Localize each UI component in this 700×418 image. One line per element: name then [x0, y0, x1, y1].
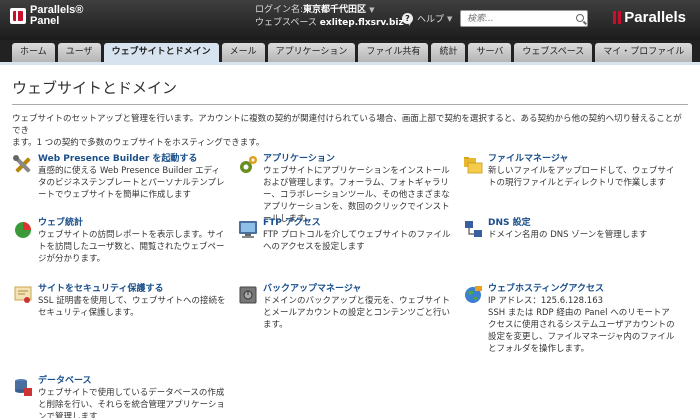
parallels-brand-logo: Parallels — [613, 9, 686, 26]
tool-backup-manager: バックアップマネージャ ドメインのバックアップと復元を、ウェブサイトとメールアカ… — [237, 283, 452, 331]
pie-chart-icon — [15, 222, 31, 238]
web-statistics-desc: ウェブサイトの訪問レポートを表示します。サイトを訪問したユーザ数と、閲覧されたウ… — [38, 230, 225, 264]
folders-icon — [464, 157, 483, 174]
parallels-bars-icon — [613, 11, 622, 24]
certificate-icon — [14, 286, 32, 303]
search-box — [460, 10, 588, 27]
secure-site-link[interactable]: サイトをセキュリティ保護する — [38, 283, 227, 295]
web-presence-builder-link[interactable]: Web Presence Builder を起動する — [38, 153, 227, 165]
webspace-label: ウェブスペース — [255, 18, 317, 28]
tab-webspaces[interactable]: ウェブスペース — [514, 43, 593, 62]
page-title: ウェブサイトとドメイン — [12, 77, 688, 105]
backup-manager-link[interactable]: バックアップマネージャ — [263, 283, 452, 295]
tab-users[interactable]: ユーザ — [57, 43, 101, 62]
tool-dns-settings: DNS 設定 ドメイン名用の DNS ゾーンを管理します — [462, 217, 677, 241]
tab-home[interactable]: ホーム — [12, 43, 55, 62]
help-menu[interactable]: ? ヘルプ ▼ — [402, 12, 452, 25]
login-label: ログイン名: — [255, 5, 304, 15]
login-user[interactable]: 東京都千代田区 — [303, 5, 366, 15]
tool-hosting-access: ウェブホスティングアクセス IP アドレス：125.6.128.163 SSH … — [462, 283, 677, 355]
tab-websites-domains[interactable]: ウェブサイトとドメイン — [103, 43, 219, 62]
web-statistics-link[interactable]: ウェブ統計 — [38, 217, 227, 229]
databases-desc: ウェブサイトで使用しているデータベースの作成と削除を行い、それらを統合管理アプリ… — [38, 388, 225, 418]
databases-link[interactable]: データベース — [38, 375, 227, 387]
tool-web-statistics: ウェブ統計 ウェブサイトの訪問レポートを表示します。サイトを訪問したユーザ数と、… — [12, 217, 227, 265]
parallels-logo-icon — [10, 8, 26, 24]
tool-ftp-access: FTP アクセス FTP プロトコルを介してウェブサイトのファイルへのアクセスを… — [237, 217, 452, 253]
secure-site-desc: SSL 証明書を使用して、ウェブサイトへの接続をセキュリティ保護します。 — [38, 296, 226, 318]
database-icon — [15, 379, 32, 396]
brand-text: Parallels — [624, 9, 686, 26]
chevron-down-icon: ▼ — [447, 14, 453, 23]
search-icon[interactable] — [576, 14, 584, 22]
webspace-value[interactable]: exlitep.flxsrv.biz — [320, 18, 404, 28]
main-nav: ホーム ユーザ ウェブサイトとドメイン メール アプリケーション ファイル共有 … — [0, 40, 700, 65]
dns-icon — [465, 221, 482, 237]
file-manager-link[interactable]: ファイルマネージャ — [488, 153, 677, 165]
applications-icon — [240, 156, 257, 173]
parallels-panel-logo[interactable]: Parallels® Panel — [10, 5, 83, 27]
tool-databases: データベース ウェブサイトで使用しているデータベースの作成と削除を行い、それらを… — [12, 375, 227, 418]
hosting-access-link[interactable]: ウェブホスティングアクセス — [488, 283, 677, 295]
ftp-access-link[interactable]: FTP アクセス — [263, 217, 452, 229]
dns-settings-link[interactable]: DNS 設定 — [488, 217, 677, 229]
login-info: ログイン名:東京都千代田区 ▼ ウェブスペース exlitep.flxsrv.bi… — [255, 4, 412, 30]
ftp-access-desc: FTP プロトコルを介してウェブサイトのファイルへのアクセスを設定します — [263, 230, 451, 252]
file-manager-desc: 新しいファイルをアップロードして、ウェブサイトの現行ファイルとディレクトリで作業… — [488, 166, 675, 188]
tool-applications: アプリケーション ウェブサイトにアプリケーションをインストールおよび管理します。… — [237, 153, 452, 225]
tab-server[interactable]: サーバ — [468, 43, 512, 62]
tool-web-presence-builder: Web Presence Builder を起動する 直感的に使える Web P… — [12, 153, 227, 201]
intro-line1: ウェブサイトのセットアップと管理を行います。アカウントに複数の契約が関連付けられ… — [12, 114, 682, 136]
tools-icon — [13, 155, 31, 173]
header: Parallels® Panel ログイン名:東京都千代田区 ▼ ウェブスペース … — [0, 0, 700, 40]
monitor-icon — [239, 221, 257, 238]
main-content: ウェブサイトとドメイン ウェブサイトのセットアップと管理を行います。アカウントに… — [0, 65, 700, 418]
tab-my-profile[interactable]: マイ・プロファイル — [595, 43, 693, 62]
backup-manager-desc: ドメインのバックアップと復元を、ウェブサイトとメールアカウントの設定とコンテンツ… — [263, 296, 451, 330]
help-icon: ? — [402, 13, 413, 24]
intro-line2: ます。1 つの契約で多数のウェブサイトをホスティングできます。 — [12, 138, 265, 148]
applications-link[interactable]: アプリケーション — [263, 153, 452, 165]
backup-safe-icon — [239, 286, 257, 304]
tool-secure-site: サイトをセキュリティ保護する SSL 証明書を使用して、ウェブサイトへの接続をセ… — [12, 283, 227, 319]
chevron-down-icon[interactable]: ▼ — [369, 6, 374, 14]
dns-settings-desc: ドメイン名用の DNS ゾーンを管理します — [488, 230, 648, 240]
tab-file-sharing[interactable]: ファイル共有 — [358, 43, 429, 62]
hosting-access-desc: IP アドレス：125.6.128.163 SSH または RDP 経由の Pa… — [488, 296, 675, 354]
tab-mail[interactable]: メール — [221, 43, 265, 62]
tab-applications[interactable]: アプリケーション — [267, 43, 356, 62]
globe-icon — [465, 286, 482, 303]
web-presence-builder-desc: 直感的に使える Web Presence Builder エディタのビジネステン… — [38, 166, 225, 200]
applications-desc: ウェブサイトにアプリケーションをインストールおよび管理します。フォーラム、フォト… — [263, 166, 450, 224]
tool-file-manager: ファイルマネージャ 新しいファイルをアップロードして、ウェブサイトの現行ファイル… — [462, 153, 677, 189]
help-label: ヘルプ — [417, 15, 445, 25]
tab-statistics[interactable]: 統計 — [431, 43, 466, 62]
logo-line2: Panel — [30, 15, 60, 27]
search-input[interactable] — [461, 11, 571, 26]
intro-text: ウェブサイトのセットアップと管理を行います。アカウントに複数の契約が関連付けられ… — [12, 113, 688, 149]
